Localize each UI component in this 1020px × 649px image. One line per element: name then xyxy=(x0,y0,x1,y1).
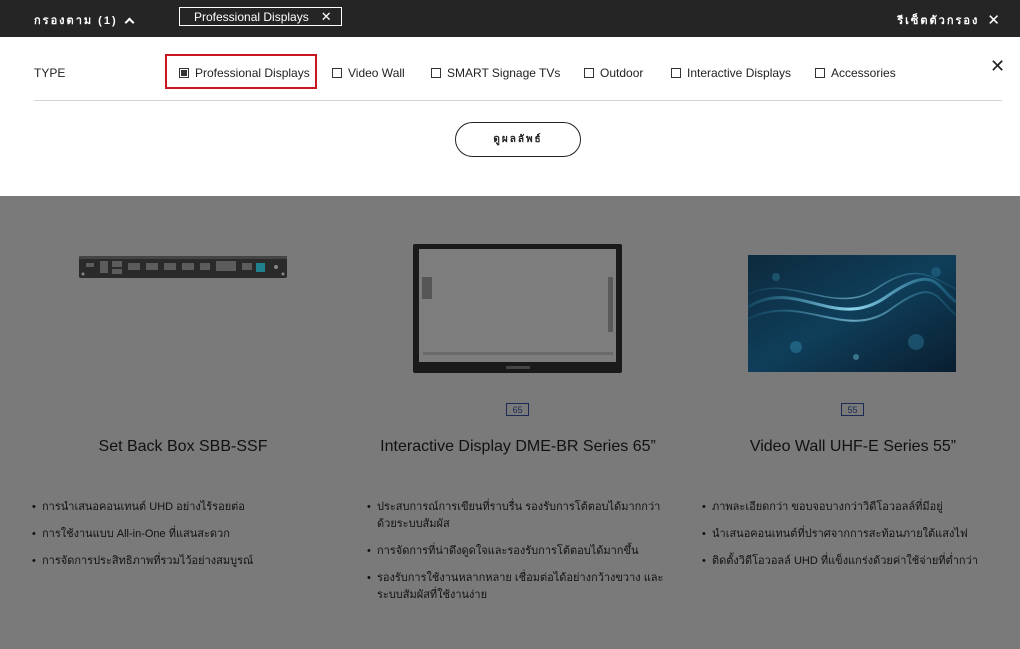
filter-option-outdoor[interactable]: Outdoor xyxy=(584,66,643,80)
filter-option-interactive-displays[interactable]: Interactive Displays xyxy=(671,66,791,80)
feature-item: การจัดการที่น่าดึงดูดใจและรองรับการโต้ตอ… xyxy=(367,543,665,560)
reset-filters-label: รีเซ็ตตัวกรอง xyxy=(897,15,980,27)
checkbox[interactable] xyxy=(671,68,681,78)
checkbox[interactable] xyxy=(815,68,825,78)
feature-list: การนำเสนอคอนเทนต์ UHD อย่างไร้รอยต่อ การ… xyxy=(32,499,330,580)
filter-bar: กรองตาม (1) Professional Displays ✕ รีเซ… xyxy=(0,0,1020,37)
filter-option-label: Video Wall xyxy=(348,66,405,80)
filter-panel: TYPE Professional Displays Video Wall SM… xyxy=(0,37,1020,196)
divider xyxy=(34,100,1002,101)
feature-item: ภาพละเอียดกว่า ขอบจอบางกว่าวิดีโอวอลล์ที… xyxy=(702,499,1000,516)
filter-option-smart-signage-tvs[interactable]: SMART Signage TVs xyxy=(431,66,560,80)
checkbox[interactable] xyxy=(431,68,441,78)
view-results-button[interactable]: ดูผลลัพธ์ xyxy=(455,122,581,157)
feature-item: นำเสนอคอนเทนต์ที่ปราศจากการสะท้อนภายใต้แ… xyxy=(702,526,1000,543)
product-image-video-wall[interactable] xyxy=(686,237,1020,377)
product-image-set-back-box[interactable] xyxy=(16,237,350,377)
feature-item: การนำเสนอคอนเทนต์ UHD อย่างไร้รอยต่อ xyxy=(32,499,330,516)
size-badge[interactable]: 55 xyxy=(841,403,864,416)
feature-list: ภาพละเอียดกว่า ขอบจอบางกว่าวิดีโอวอลล์ที… xyxy=(702,499,1000,580)
product-card[interactable]: Set Back Box SBB-SSF การนำเสนอคอนเทนต์ U… xyxy=(16,197,350,649)
active-filter-chip[interactable]: Professional Displays ✕ xyxy=(179,7,342,26)
filter-option-label: Interactive Displays xyxy=(687,66,792,80)
reset-filters-button[interactable]: รีเซ็ตตัวกรอง ✕ xyxy=(897,11,1002,29)
product-title[interactable]: Set Back Box SBB-SSF xyxy=(16,438,350,456)
product-card[interactable]: 65 Interactive Display DME-BR Series 65”… xyxy=(351,197,685,649)
filter-option-label: Professional Displays xyxy=(195,66,310,80)
filter-option-label: SMART Signage TVs xyxy=(447,66,561,80)
feature-item: ติดตั้งวิดีโอวอลล์ UHD ที่แข็งแกร่งด้วยค… xyxy=(702,553,1000,570)
filter-option-accessories[interactable]: Accessories xyxy=(815,66,896,80)
feature-item: การจัดการประสิทธิภาพที่รวมไว้อย่างสมบูรณ… xyxy=(32,553,330,570)
close-icon[interactable]: ✕ xyxy=(990,57,1005,75)
feature-item: ประสบการณ์การเขียนที่ราบรื่น รองรับการโต… xyxy=(367,499,665,533)
checkbox[interactable] xyxy=(584,68,594,78)
product-card[interactable]: 55 Video Wall UHF-E Series 55” ภาพละเอีย… xyxy=(686,197,1020,649)
feature-list: ประสบการณ์การเขียนที่ราบรื่น รองรับการโต… xyxy=(367,499,665,614)
product-title[interactable]: Video Wall UHF-E Series 55” xyxy=(686,438,1020,456)
close-icon[interactable]: ✕ xyxy=(321,10,332,23)
filter-option-video-wall[interactable]: Video Wall xyxy=(332,66,405,80)
filter-toggle-button[interactable]: กรองตาม (1) xyxy=(34,11,135,29)
feature-item: การใช้งานแบบ All-in-One ที่แสนสะดวก xyxy=(32,526,330,543)
checkbox-checked[interactable] xyxy=(179,68,189,78)
size-badge[interactable]: 65 xyxy=(506,403,529,416)
close-icon: ✕ xyxy=(987,11,1002,29)
product-image-interactive-display[interactable] xyxy=(351,237,685,377)
feature-item: รองรับการใช้งานหลากหลาย เชื่อมต่อได้อย่า… xyxy=(367,570,665,604)
type-heading: TYPE xyxy=(34,66,66,80)
filter-option-label: Accessories xyxy=(831,66,896,80)
product-title[interactable]: Interactive Display DME-BR Series 65” xyxy=(351,438,685,456)
filter-toggle-label: กรองตาม (1) xyxy=(34,15,118,27)
filter-option-label: Outdoor xyxy=(600,66,644,80)
active-filter-chip-label: Professional Displays xyxy=(194,9,309,24)
checkbox[interactable] xyxy=(332,68,342,78)
filter-option-professional-displays[interactable]: Professional Displays xyxy=(179,66,310,80)
chevron-up-icon xyxy=(124,17,135,27)
